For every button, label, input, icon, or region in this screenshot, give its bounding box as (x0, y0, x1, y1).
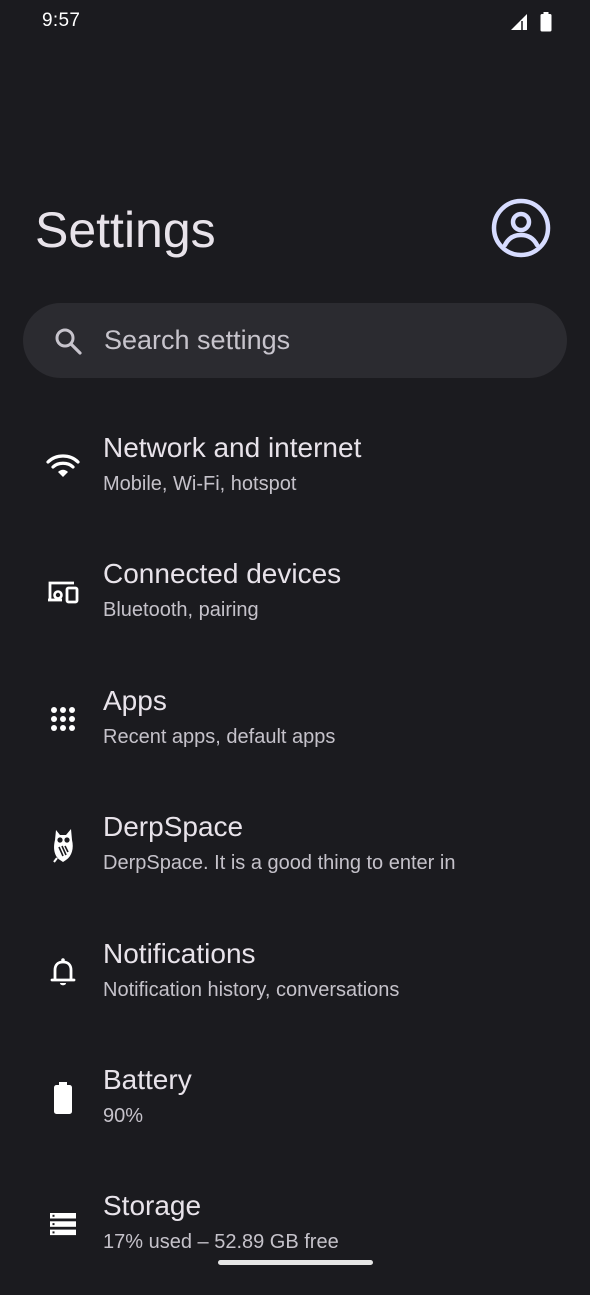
settings-item-storage[interactable]: Storage 17% used – 52.89 GB free (0, 1168, 590, 1294)
settings-item-network[interactable]: Network and internet Mobile, Wi-Fi, hots… (0, 410, 590, 536)
owl-icon (44, 826, 82, 864)
settings-list: Network and internet Mobile, Wi-Fi, hots… (0, 410, 590, 1295)
settings-item-title: Notifications (103, 937, 256, 969)
settings-item-subtitle: Notification history, conversations (103, 978, 400, 1001)
apps-grid-icon (44, 700, 82, 738)
devices-icon (44, 573, 82, 611)
account-circle-icon (490, 198, 552, 263)
search-placeholder: Search settings (104, 325, 291, 355)
page-title: Settings (35, 202, 216, 258)
battery-icon (540, 12, 552, 37)
settings-item-title: Battery (103, 1063, 192, 1095)
bell-icon (44, 953, 82, 991)
settings-item-connected-devices[interactable]: Connected devices Bluetooth, pairing (0, 536, 590, 662)
settings-item-subtitle: 90% (103, 1104, 144, 1127)
wifi-icon (44, 447, 82, 485)
gesture-nav-handle[interactable] (218, 1260, 373, 1265)
settings-item-battery[interactable]: Battery 90% (0, 1042, 590, 1168)
settings-item-apps[interactable]: Apps Recent apps, default apps (0, 663, 590, 789)
settings-item-subtitle: DerpSpace. It is a good thing to enter i… (103, 852, 456, 875)
search-icon (54, 327, 82, 355)
settings-item-subtitle: 17% used – 52.89 GB free (103, 1231, 339, 1254)
settings-item-title: Network and internet (103, 432, 362, 463)
settings-item-subtitle: Mobile, Wi-Fi, hotspot (103, 473, 297, 495)
settings-item-subtitle: Bluetooth, pairing (103, 599, 259, 622)
settings-item-derpspace[interactable]: DerpSpace DerpSpace. It is a good thing … (0, 789, 590, 915)
status-time: 9:57 (42, 10, 81, 31)
settings-item-title: DerpSpace (103, 811, 244, 843)
settings-item-title: Apps (103, 684, 167, 716)
storage-icon (44, 1205, 82, 1243)
status-icons (510, 12, 552, 37)
search-settings-bar[interactable]: Search settings (23, 303, 567, 378)
status-bar: 9:57 (0, 0, 590, 44)
settings-item-subtitle: Recent apps, default apps (103, 725, 336, 748)
settings-item-title: Storage (103, 1190, 202, 1222)
signal-icon (510, 13, 528, 36)
settings-item-notifications[interactable]: Notifications Notification history, conv… (0, 916, 590, 1042)
settings-item-title: Connected devices (103, 558, 342, 590)
account-avatar-button[interactable] (490, 197, 552, 259)
battery-icon (44, 1079, 82, 1117)
